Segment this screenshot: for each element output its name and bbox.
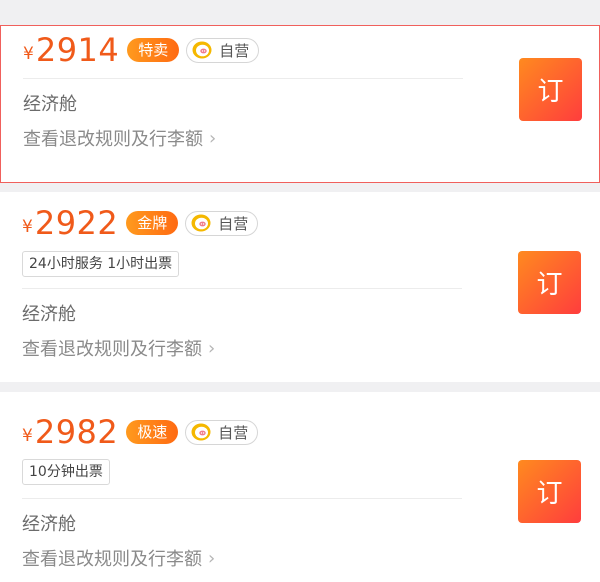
self-operated-badge: 自营: [185, 210, 259, 236]
rules-link[interactable]: 查看退改规则及行李额 ›: [23, 125, 216, 151]
book-button[interactable]: 订: [518, 460, 581, 523]
divider: [22, 288, 462, 289]
self-operated-badge: 自营: [185, 419, 259, 445]
service-info-tag: 24小时服务 1小时出票: [22, 251, 180, 277]
chevron-right-icon: ›: [208, 547, 216, 569]
self-operated-label: 自营: [218, 423, 249, 442]
price-amount: 2914: [35, 31, 120, 69]
book-button[interactable]: 订: [519, 58, 582, 121]
rules-link[interactable]: 查看退改规则及行李额 ›: [22, 545, 215, 571]
chevron-right-icon: ›: [208, 337, 216, 359]
book-button[interactable]: 订: [518, 251, 581, 314]
divider: [22, 498, 462, 499]
price-amount: 2922: [34, 204, 119, 242]
chevron-right-icon: ›: [209, 127, 217, 149]
currency-symbol: ¥: [23, 44, 34, 64]
currency-symbol: ¥: [22, 426, 33, 446]
service-info-tag: 10分钟出票: [22, 459, 110, 485]
divider: [23, 78, 463, 79]
promo-tag: 特卖: [127, 38, 180, 62]
pig-logo-icon: [191, 214, 211, 232]
self-operated-label: 自营: [219, 41, 250, 60]
rules-link-label: 查看退改规则及行李额: [22, 339, 202, 360]
rules-link[interactable]: 查看退改规则及行李额 ›: [22, 335, 215, 361]
pig-logo-icon: [191, 423, 211, 441]
promo-tag: 极速: [126, 420, 179, 444]
price-row: ¥ 2914 特卖 自营: [23, 31, 260, 69]
rules-link-label: 查看退改规则及行李额: [22, 549, 202, 570]
price-row: ¥ 2922 金牌 自营: [22, 204, 259, 242]
price-row: ¥ 2982 极速 自营: [22, 413, 259, 451]
price-amount: 2982: [34, 413, 119, 451]
flight-option-card[interactable]: ¥ 2922 金牌 自营 24小时服务 1小时出票 经济舱 查看退改规则及行李额…: [0, 192, 600, 382]
flight-option-card[interactable]: ¥ 2982 极速 自营 10分钟出票 经济舱 查看退改规则及行李额 › 订: [0, 392, 600, 582]
cabin-class: 经济舱: [22, 514, 76, 535]
self-operated-badge: 自营: [186, 37, 260, 63]
currency-symbol: ¥: [22, 217, 33, 237]
flight-option-card[interactable]: ¥ 2914 特卖 自营 经济舱 查看退改规则及行李额 › 订: [0, 25, 600, 183]
promo-tag: 金牌: [126, 211, 179, 235]
cabin-class: 经济舱: [22, 304, 76, 325]
cabin-class: 经济舱: [23, 94, 77, 115]
pig-logo-icon: [192, 41, 212, 59]
self-operated-label: 自营: [218, 214, 249, 233]
rules-link-label: 查看退改规则及行李额: [23, 129, 203, 150]
